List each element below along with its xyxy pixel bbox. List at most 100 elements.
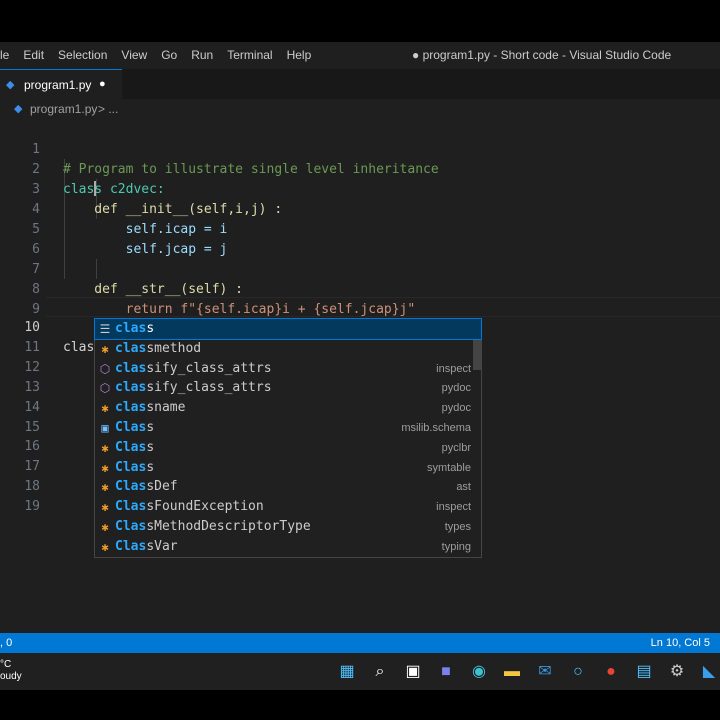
- class-icon: ✱: [101, 401, 109, 416]
- suggestion-rest: sMethodDescriptorType: [146, 519, 311, 534]
- method-icon: ⬡: [99, 361, 111, 376]
- suggestion-label: classify_class_attrs: [115, 359, 272, 379]
- suggestion-match: Clas: [115, 439, 147, 455]
- suggestion-detail: types: [444, 521, 471, 533]
- file-explorer-icon[interactable]: ▬: [501, 661, 523, 683]
- suggestion-detail: ast: [456, 481, 471, 494]
- suggestion-item[interactable]: ✱ Class pyclbr: [95, 438, 481, 458]
- mail-icon[interactable]: ✉: [534, 661, 556, 683]
- suggestion-rest: smethod: [146, 340, 202, 356]
- suggestion-item[interactable]: ✱ Class symtable: [95, 458, 481, 478]
- search-icon[interactable]: ⌕: [369, 661, 391, 683]
- suggestion-item[interactable]: ✱ ClassDef ast: [95, 477, 481, 497]
- suggestion-rest: s: [146, 321, 155, 336]
- edge-icon[interactable]: ◉: [468, 661, 490, 683]
- class-icon: ✱: [101, 341, 109, 356]
- suggestion-item[interactable]: ✱ ClassMethodDescriptorType types: [95, 517, 481, 537]
- menu-edit[interactable]: Edit: [16, 42, 51, 69]
- suggestion-label: ClassMethodDescriptorType: [115, 517, 311, 537]
- suggestion-rest: s: [146, 420, 155, 435]
- suggestion-item[interactable]: ☰ class: [94, 318, 482, 340]
- windows-start-icon[interactable]: ▦: [336, 661, 358, 683]
- code-line: 5 self.jcap = j: [0, 200, 720, 257]
- suggestion-item[interactable]: ▣ Class msilib.schema: [95, 418, 481, 438]
- suggestion-match: clas: [115, 380, 147, 396]
- class-icon: ✱: [101, 480, 109, 495]
- suggestion-detail: pydoc: [441, 402, 471, 415]
- suggestion-item[interactable]: ✱ classname pydoc: [95, 398, 481, 418]
- letterbox-bottom: [0, 690, 720, 720]
- code-line: 3 def __init__(self,i,j) :: [0, 160, 720, 217]
- keyword-icon: ☰: [99, 322, 111, 336]
- suggestion-match: Clas: [115, 420, 147, 435]
- suggestion-detail: inspect: [436, 501, 471, 514]
- suggestion-item[interactable]: ✱ classmethod: [95, 339, 481, 359]
- menu-terminal[interactable]: Terminal: [220, 42, 279, 69]
- tab-bar: ◆ program1.py ●: [0, 69, 720, 99]
- menu-go[interactable]: Go: [154, 42, 184, 69]
- variable-icon: ▣: [101, 421, 109, 435]
- class-icon: ✱: [101, 500, 109, 515]
- suggestion-match: Clas: [115, 479, 147, 495]
- code-line: 4 self.icap = i: [0, 180, 720, 237]
- windows-taskbar: °C oudy ▦ ⌕ ▣ ■ ◉ ▬ ✉ ○ ● ▤ ⚙ ◣: [0, 653, 720, 690]
- suggestion-rest: sVar: [146, 538, 178, 554]
- unsaved-dot-icon[interactable]: ●: [99, 78, 106, 90]
- suggestion-match: clas: [115, 340, 147, 356]
- weather-temp: °C: [0, 659, 12, 670]
- notepad-icon[interactable]: ▤: [633, 661, 655, 683]
- suggestion-rest: s: [146, 459, 155, 475]
- suggestion-rest: sify_class_attrs: [146, 380, 272, 396]
- suggestion-match: clas: [115, 321, 147, 336]
- status-bar: , 0 Ln 10, Col 5: [0, 633, 720, 653]
- suggestion-item[interactable]: ✱ ClassFoundException inspect: [95, 497, 481, 517]
- text-cursor: [94, 181, 96, 196]
- menu-file[interactable]: le: [0, 42, 16, 69]
- code-line: 6: [0, 220, 720, 257]
- status-problems[interactable]: , 0: [0, 633, 12, 653]
- menu-selection[interactable]: Selection: [51, 42, 114, 69]
- suggestion-match: Clas: [115, 519, 147, 534]
- letterbox-top: [0, 0, 720, 42]
- menu-view[interactable]: View: [114, 42, 154, 69]
- chrome-icon[interactable]: ●: [600, 661, 622, 683]
- suggestion-label: Class: [115, 418, 154, 438]
- title-bar: le Edit Selection View Go Run Terminal H…: [0, 42, 720, 69]
- code-line: 10 clas: [0, 298, 720, 355]
- tab-program1[interactable]: ◆ program1.py ●: [0, 69, 122, 99]
- cortana-icon[interactable]: ○: [567, 661, 589, 683]
- suggestion-label: ClassDef: [115, 477, 178, 497]
- code-line: 7 def __str__(self) :: [0, 240, 720, 297]
- suggestion-rest: s: [146, 439, 155, 455]
- suggestion-label: ClassVar: [115, 537, 178, 557]
- weather-widget[interactable]: °C oudy: [0, 659, 22, 683]
- autocomplete-suggestions[interactable]: ☰ class ✱ classmethod ⬡ classify_class_attrs i…: [94, 318, 482, 558]
- task-view-icon[interactable]: ▣: [402, 661, 424, 683]
- suggestion-match: Clas: [115, 459, 147, 475]
- suggestion-label: classify_class_attrs: [115, 378, 272, 398]
- suggestion-match: Clas: [115, 538, 147, 554]
- class-icon: ✱: [101, 460, 109, 475]
- status-cursor-position[interactable]: Ln 10, Col 5: [651, 633, 710, 653]
- vscode-icon[interactable]: ◣: [698, 661, 720, 683]
- teams-chat-icon[interactable]: ■: [435, 661, 457, 683]
- suggestion-detail: inspect: [436, 362, 471, 375]
- suggestion-label: classmethod: [115, 339, 201, 359]
- tab-label: program1.py: [24, 78, 92, 92]
- code-line: 1 # Program to illustrate single level i…: [0, 120, 720, 177]
- breadcrumb: ◆ program1.py > ...: [0, 99, 720, 119]
- code-line: 9: [0, 280, 720, 317]
- breadcrumb-file[interactable]: program1.py: [30, 102, 97, 116]
- suggestion-item[interactable]: ✱ ClassVar typing: [95, 537, 481, 557]
- method-icon: ⬡: [99, 381, 111, 396]
- suggestion-item[interactable]: ⬡ classify_class_attrs pydoc: [95, 378, 481, 398]
- code-line: 2 class c2dvec:: [0, 140, 720, 197]
- settings-icon[interactable]: ⚙: [666, 661, 688, 683]
- suggestion-item[interactable]: ⬡ classify_class_attrs inspect: [95, 359, 481, 379]
- suggestion-label: class: [115, 319, 154, 339]
- menu-help[interactable]: Help: [280, 42, 319, 69]
- menu-run[interactable]: Run: [184, 42, 220, 69]
- breadcrumb-symbol[interactable]: > ...: [98, 102, 118, 116]
- suggestion-match: clas: [115, 360, 147, 376]
- suggestion-rest: sDef: [146, 479, 178, 495]
